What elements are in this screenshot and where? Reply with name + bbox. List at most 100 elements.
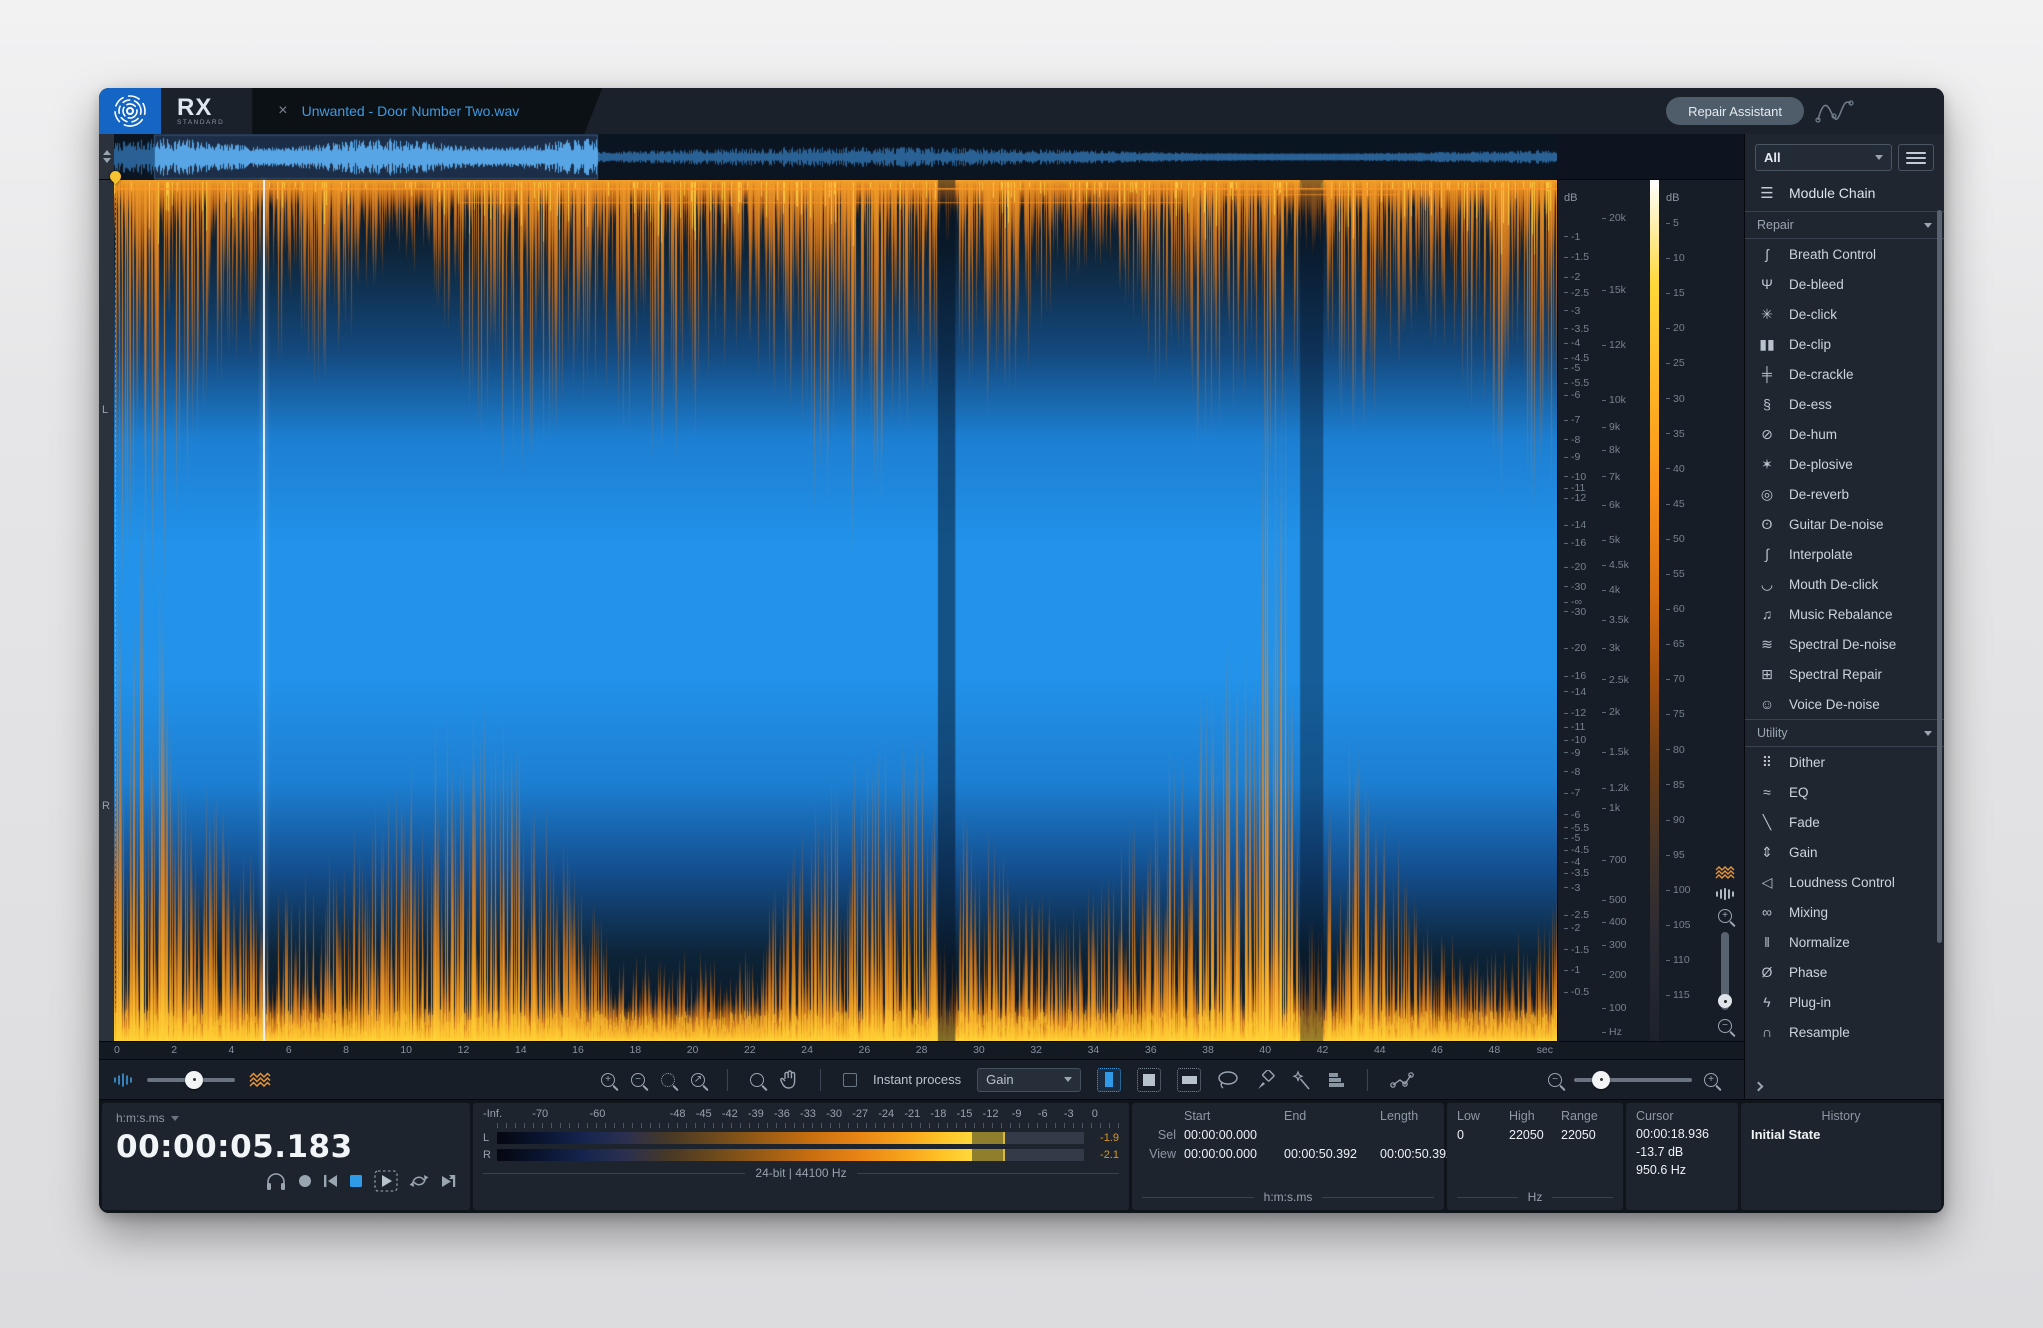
view-blend-slider[interactable] [147, 1078, 235, 1082]
module-breath-control[interactable]: ʃBreath Control [1745, 239, 1944, 269]
module-dither[interactable]: ⠿Dither [1745, 747, 1944, 777]
meter-scale-tick: -33 [800, 1108, 816, 1120]
play-selection-button[interactable] [374, 1170, 398, 1192]
waveform-overview[interactable] [99, 134, 1744, 180]
amp-db-tick: -10 [1564, 734, 1586, 746]
module-normalize[interactable]: ‖Normalize [1745, 927, 1944, 957]
horizontal-zoom-in-icon[interactable]: + [1704, 1073, 1718, 1087]
amp-db-tick: -8 [1564, 766, 1580, 778]
repair-assistant-button[interactable]: Repair Assistant [1666, 97, 1804, 125]
module-fade[interactable]: ╲Fade [1745, 807, 1944, 837]
module-spectral-repair[interactable]: ⊞Spectral Repair [1745, 659, 1944, 689]
chevron-down-icon[interactable] [171, 1116, 179, 1121]
playhead-cursor[interactable] [263, 180, 265, 1041]
module-music-rebalance[interactable]: ♫Music Rebalance [1745, 599, 1944, 629]
spectrogram-canvas[interactable] [114, 180, 1557, 1041]
meter-scale-tick: -27 [852, 1108, 868, 1120]
zoom-in-button[interactable]: + [601, 1073, 615, 1087]
cursor-frequency-value: 950.6 Hz [1636, 1163, 1728, 1177]
declick-nodes-icon[interactable] [1390, 1071, 1414, 1089]
brand-name: RX [177, 97, 224, 119]
plugin-icon: ϟ [1757, 994, 1777, 1010]
hand-tool-button[interactable] [780, 1070, 798, 1090]
horizontal-zoom-out-icon[interactable]: − [1548, 1073, 1562, 1087]
spectrogram-view[interactable] [114, 180, 1557, 1041]
module-phase[interactable]: ØPhase [1745, 957, 1944, 987]
module-de-hum[interactable]: ⊘De-hum [1745, 419, 1944, 449]
module-de-bleed[interactable]: ΨDe-bleed [1745, 269, 1944, 299]
amp-db-tick: -4 [1564, 856, 1580, 868]
module-loudness-control[interactable]: ◁Loudness Control [1745, 867, 1944, 897]
sidebar-scrollbar[interactable] [1937, 210, 1942, 943]
time-ruler[interactable]: 0246810121416182022242628303234363840424… [99, 1041, 1744, 1059]
previous-button[interactable] [323, 1174, 338, 1188]
attenuate-levels-icon[interactable] [1327, 1072, 1345, 1088]
color-scale-tick: 95 [1666, 849, 1685, 861]
module-chain-item[interactable]: ☰ Module Chain [1745, 175, 1944, 211]
magic-wand-tool[interactable] [1291, 1070, 1311, 1090]
time-selection-tool[interactable] [1097, 1068, 1121, 1092]
zoom-selection-button[interactable] [661, 1073, 675, 1087]
loop-button[interactable] [409, 1172, 429, 1190]
vertical-zoom-out-icon[interactable]: − [1718, 1019, 1732, 1033]
vertical-zoom-in-icon[interactable]: + [1718, 909, 1732, 923]
module-mixing[interactable]: ∞Mixing [1745, 897, 1944, 927]
expand-down-icon[interactable] [103, 158, 111, 163]
time-format-label[interactable]: h:m:s.ms [116, 1111, 165, 1125]
module-interpolate[interactable]: ∫Interpolate [1745, 539, 1944, 569]
module-resample[interactable]: ∩Resample [1745, 1017, 1944, 1047]
vertical-zoom-slider[interactable] [1721, 932, 1729, 1010]
record-button[interactable] [298, 1174, 312, 1188]
zoom-tool-button[interactable] [750, 1073, 764, 1087]
module-de-plosive[interactable]: ✶De-plosive [1745, 449, 1944, 479]
module-de-reverb[interactable]: ◎De-reverb [1745, 479, 1944, 509]
spectrogram-color-scale[interactable] [1650, 180, 1659, 1041]
frequency-selection-tool[interactable] [1177, 1068, 1201, 1092]
spectrogram-view-icon[interactable] [249, 1072, 271, 1087]
zoom-out-button[interactable]: − [631, 1073, 645, 1087]
freq-tick: 300 [1602, 939, 1627, 951]
section-header-repair[interactable]: Repair [1745, 211, 1944, 239]
freq-tick: 12k [1602, 339, 1626, 351]
module-filter-select[interactable]: All [1755, 144, 1892, 171]
module-spectral-de-noise[interactable]: ≋Spectral De-noise [1745, 629, 1944, 659]
zoom-reset-button[interactable]: ↗ [691, 1073, 705, 1087]
horizontal-zoom-slider[interactable] [1574, 1078, 1692, 1082]
time-tick: 34 [1088, 1044, 1100, 1056]
module-de-click[interactable]: ✳De-click [1745, 299, 1944, 329]
module-gain[interactable]: ⇕Gain [1745, 837, 1944, 867]
process-select[interactable]: Gain [977, 1068, 1081, 1092]
brush-tool[interactable] [1255, 1070, 1275, 1090]
guitar-de-noise-icon: ʘ [1757, 516, 1777, 532]
tab-close-icon[interactable]: × [278, 102, 287, 120]
file-tab[interactable]: × Unwanted - Door Number Two.wav [252, 88, 602, 134]
module-plug-in[interactable]: ϟPlug-in [1745, 987, 1944, 1017]
module-de-crackle[interactable]: ╪De-crackle [1745, 359, 1944, 389]
section-header-utility[interactable]: Utility [1745, 719, 1944, 747]
tab-filename[interactable]: Unwanted - Door Number Two.wav [302, 103, 520, 119]
history-item[interactable]: Initial State [1751, 1127, 1931, 1142]
module-eq[interactable]: ≈EQ [1745, 777, 1944, 807]
module-guitar-de-noise[interactable]: ʘGuitar De-noise [1745, 509, 1944, 539]
module-menu-button[interactable] [1898, 144, 1934, 171]
module-voice-de-noise[interactable]: ☺Voice De-noise [1745, 689, 1944, 719]
module-de-ess[interactable]: §De-ess [1745, 389, 1944, 419]
time-frequency-selection-tool[interactable] [1137, 1068, 1161, 1092]
expand-up-icon[interactable] [103, 150, 111, 155]
de-hum-icon: ⊘ [1757, 426, 1777, 443]
spectrogram-blend-icon[interactable] [1715, 866, 1735, 879]
play-to-end-button[interactable] [440, 1173, 458, 1189]
stop-button[interactable] [349, 1174, 363, 1188]
collapse-panel-icon[interactable] [1754, 1081, 1764, 1091]
color-scale-tick: 80 [1666, 744, 1685, 756]
monitor-button[interactable] [265, 1172, 287, 1191]
module-mouth-de-click[interactable]: ◡Mouth De-click [1745, 569, 1944, 599]
lasso-tool[interactable] [1217, 1070, 1239, 1090]
waveform-blend-icon[interactable] [1715, 888, 1735, 900]
waveform-view-icon[interactable] [113, 1073, 133, 1087]
overview-canvas[interactable] [114, 134, 1557, 180]
selection-panel: StartEndLengthSel00:00:00.000View00:00:0… [1132, 1103, 1444, 1210]
module-de-clip[interactable]: ▮▮De-clip [1745, 329, 1944, 359]
freq-tick: 15k [1602, 284, 1626, 296]
instant-process-checkbox[interactable] [843, 1073, 857, 1087]
